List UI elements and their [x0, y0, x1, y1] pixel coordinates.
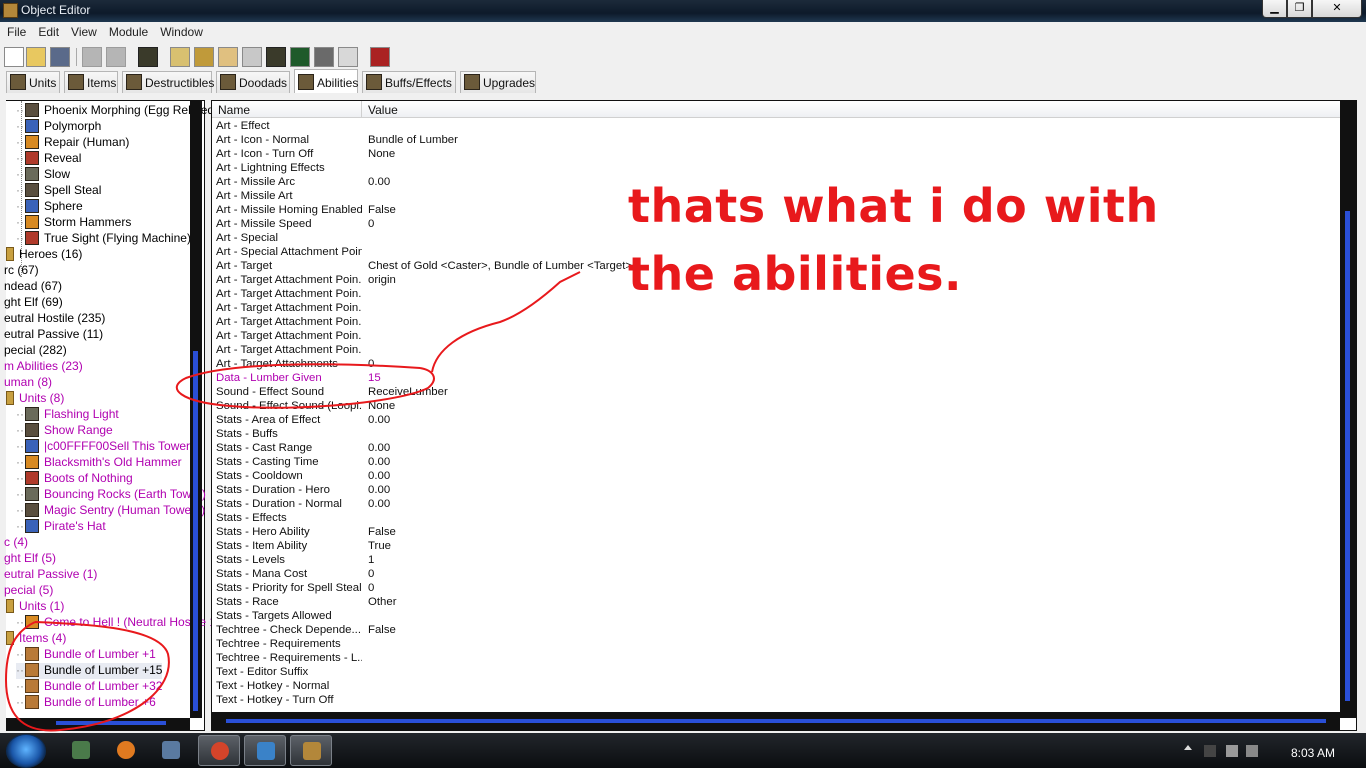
- taskbar-app-firefox[interactable]: [105, 735, 147, 766]
- network-icon[interactable]: [1246, 745, 1258, 757]
- firefox-icon: [117, 741, 135, 759]
- taskbar: [0, 733, 1366, 768]
- system-tray: [1176, 733, 1366, 768]
- show-hidden-icons-icon[interactable]: [1184, 745, 1192, 750]
- volume-icon[interactable]: [1226, 745, 1238, 757]
- taskbar-clock[interactable]: 8:03 AM: [1291, 746, 1335, 760]
- warcraft-icon: [162, 741, 180, 759]
- annotation-circle-items: [4, 621, 170, 732]
- start-button[interactable]: [6, 734, 46, 768]
- taskbar-app-warcraft[interactable]: [150, 735, 192, 766]
- world-editor-icon: [303, 742, 321, 760]
- chrome-icon: [211, 742, 229, 760]
- taskbar-app-windows[interactable]: [244, 735, 286, 766]
- annotation-circle-lumber-given: [175, 363, 435, 409]
- windows-icon: [257, 742, 275, 760]
- annotation-arrow-line: [431, 271, 581, 373]
- screen: Object Editor ▁ ❐ ✕ File Edit View Module Wi…: [0, 0, 1366, 768]
- taskbar-app-explorer[interactable]: [60, 735, 102, 766]
- taskbar-app-chrome[interactable]: [198, 735, 240, 766]
- taskbar-app-object-editor[interactable]: [290, 735, 332, 766]
- annotation-drawing: [4, 271, 581, 732]
- computer-icon: [72, 741, 90, 759]
- network-tray-icon[interactable]: [1204, 745, 1216, 757]
